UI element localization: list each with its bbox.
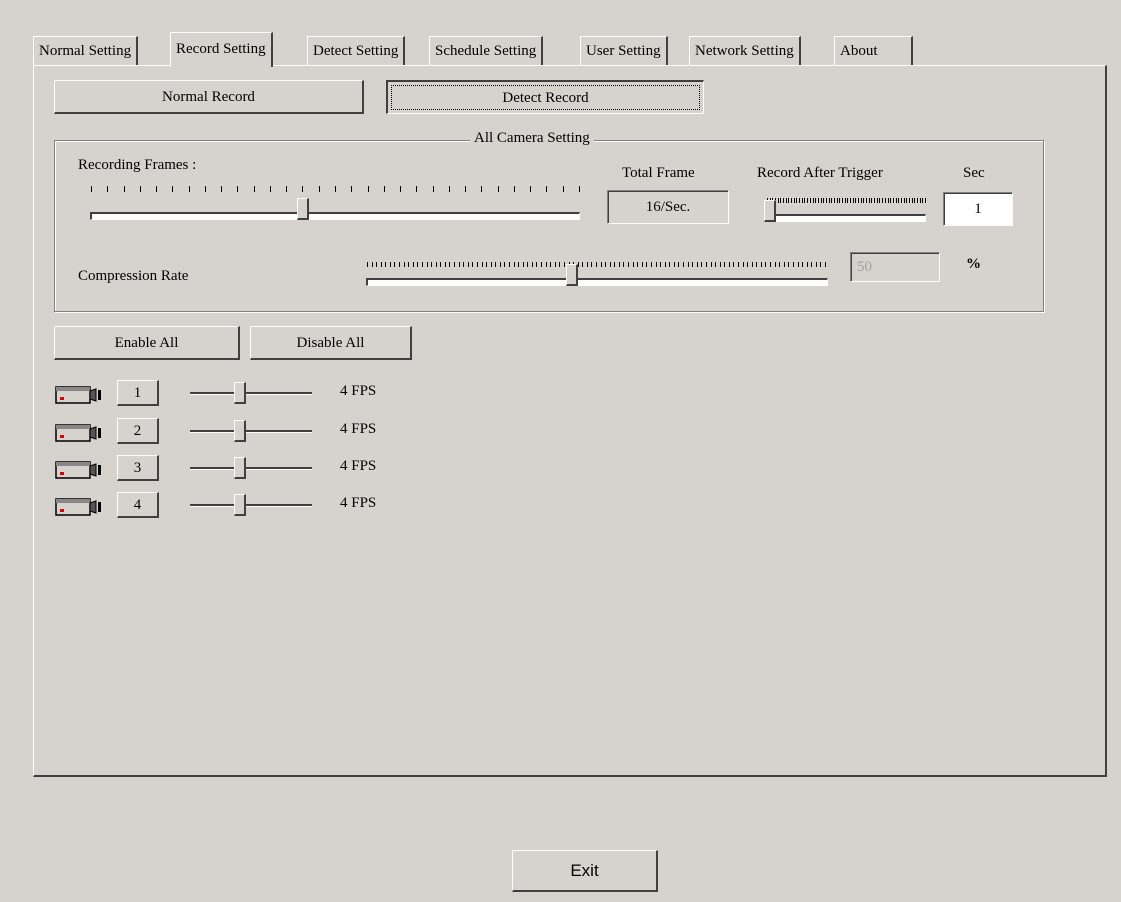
camera-row: 3 4 FPS (54, 455, 414, 481)
camera-1-fps-thumb[interactable] (234, 382, 246, 404)
camera-4-button[interactable]: 4 (117, 492, 159, 518)
compression-rate-ticks (367, 262, 826, 267)
compression-rate-thumb[interactable] (566, 264, 578, 286)
record-after-trigger-label: Record After Trigger (757, 165, 883, 181)
exit-button[interactable]: Exit (512, 850, 658, 892)
enable-all-button[interactable]: Enable All (54, 326, 240, 360)
compression-rate-track (366, 278, 828, 286)
all-camera-setting-group (54, 140, 1044, 312)
recording-frames-thumb[interactable] (297, 198, 309, 220)
camera-icon (55, 386, 101, 404)
tab-detect-setting[interactable]: Detect Setting (307, 36, 406, 65)
normal-record-label: Normal Record (162, 89, 255, 105)
recording-frames-ticks (91, 186, 580, 192)
sec-input[interactable]: 1 (943, 192, 1013, 226)
group-title: All Camera Setting (470, 130, 594, 147)
record-after-trigger-thumb[interactable] (764, 200, 776, 222)
tab-normal-setting[interactable]: Normal Setting (33, 36, 139, 65)
camera-4-fps-thumb[interactable] (234, 494, 246, 516)
camera-2-fps: 4 FPS (340, 421, 377, 437)
enable-all-label: Enable All (114, 335, 179, 351)
camera-2-button[interactable]: 2 (117, 418, 159, 444)
recording-frames-track (90, 212, 580, 220)
record-after-trigger-ticks (767, 198, 926, 203)
compression-rate-input[interactable]: 50 (850, 252, 940, 282)
total-frame-display: 16/Sec. (607, 190, 729, 224)
tab-network-setting[interactable]: Network Setting (689, 36, 801, 65)
disable-all-button[interactable]: Disable All (250, 326, 412, 360)
camera-3-fps-thumb[interactable] (234, 457, 246, 479)
percent-symbol: % (966, 256, 981, 272)
camera-icon (55, 461, 101, 479)
camera-row: 1 4 FPS (54, 380, 414, 406)
camera-icon (55, 498, 101, 516)
camera-3-fps: 4 FPS (340, 458, 377, 474)
tab-about[interactable]: About (834, 36, 913, 65)
exit-label: Exit (570, 861, 599, 880)
tab-user-setting[interactable]: User Setting (580, 36, 668, 65)
detect-record-button[interactable]: Detect Record (386, 80, 704, 114)
total-frame-label: Total Frame (622, 165, 695, 181)
camera-1-fps: 4 FPS (340, 383, 377, 399)
camera-2-fps-thumb[interactable] (234, 420, 246, 442)
detect-record-label: Detect Record (502, 90, 589, 106)
tab-record-setting[interactable]: Record Setting (170, 32, 273, 67)
camera-1-button[interactable]: 1 (117, 380, 159, 406)
camera-row: 4 4 FPS (54, 492, 414, 518)
camera-icon (55, 424, 101, 442)
camera-3-button[interactable]: 3 (117, 455, 159, 481)
tab-schedule-setting[interactable]: Schedule Setting (429, 36, 544, 65)
camera-row: 2 4 FPS (54, 418, 414, 444)
normal-record-button[interactable]: Normal Record (54, 80, 364, 114)
recording-frames-label: Recording Frames : (78, 157, 197, 173)
record-after-trigger-track (766, 214, 926, 222)
compression-rate-label: Compression Rate (78, 268, 189, 284)
camera-4-fps: 4 FPS (340, 495, 377, 511)
sec-label: Sec (963, 165, 985, 181)
disable-all-label: Disable All (296, 335, 365, 351)
